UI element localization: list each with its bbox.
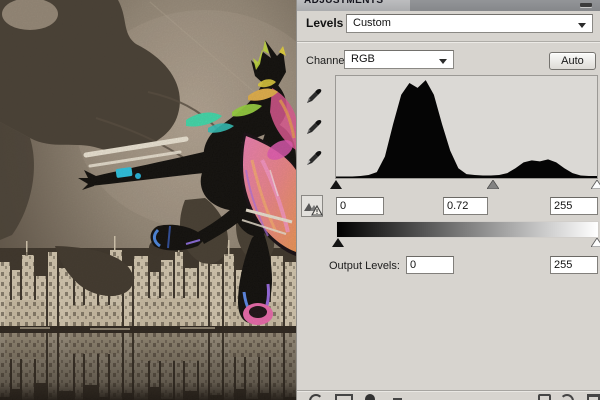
grain-texture xyxy=(0,0,296,400)
toggle-visibility-icon[interactable] xyxy=(365,394,375,400)
collapse-panel-icon[interactable] xyxy=(580,3,592,7)
white-input-slider[interactable] xyxy=(589,179,600,190)
divider xyxy=(297,41,600,42)
histogram-shape xyxy=(336,80,597,178)
photoshop-workspace: ADJUSTMENTS Levels Custom Channel: RGB A… xyxy=(0,0,600,400)
output-gradient-bar xyxy=(337,222,598,237)
panel-tab-bar: ADJUSTMENTS xyxy=(297,0,600,11)
clip-to-layer-icon[interactable] xyxy=(335,394,353,400)
output-levels-label: Output Levels: xyxy=(329,260,400,272)
gamma-input-slider[interactable] xyxy=(486,179,500,190)
tab-adjustments[interactable]: ADJUSTMENTS xyxy=(297,0,410,11)
gamma-input-field[interactable] xyxy=(443,197,488,215)
black-input-slider[interactable] xyxy=(330,180,343,189)
adjustments-panel: ADJUSTMENTS Levels Custom Channel: RGB A… xyxy=(296,0,600,400)
divider xyxy=(297,390,600,391)
black-point-eyedropper-icon[interactable] xyxy=(304,86,324,106)
auto-button[interactable]: Auto xyxy=(549,52,596,70)
channel-value: RGB xyxy=(351,53,375,65)
channel-select[interactable]: RGB xyxy=(344,50,454,69)
white-point-eyedropper-icon[interactable] xyxy=(304,148,324,168)
output-black-field[interactable] xyxy=(406,256,454,274)
output-levels-slider-track[interactable] xyxy=(332,237,600,248)
chevron-down-icon xyxy=(439,59,447,64)
delete-adjustment-icon[interactable] xyxy=(587,394,600,400)
output-white-slider[interactable] xyxy=(589,237,600,248)
black-input-field[interactable] xyxy=(336,197,384,215)
output-white-field[interactable] xyxy=(550,256,598,274)
artwork-image xyxy=(0,0,296,400)
recalculate-histogram-icon[interactable] xyxy=(301,195,323,217)
preset-value: Custom xyxy=(353,17,391,29)
switch-state-icon[interactable] xyxy=(538,394,551,400)
preset-select[interactable]: Custom xyxy=(346,14,593,33)
reset-adjustment-icon[interactable] xyxy=(560,394,574,400)
input-levels-slider-track[interactable] xyxy=(330,179,600,190)
return-to-adjustment-list-icon[interactable] xyxy=(309,394,323,400)
adjustment-title: Levels xyxy=(306,16,344,30)
tab-adjustments-label: ADJUSTMENTS xyxy=(304,0,384,6)
histogram-display[interactable] xyxy=(335,75,598,179)
panel-footer xyxy=(297,392,600,400)
chevron-down-icon xyxy=(578,23,586,28)
white-input-field[interactable] xyxy=(550,197,598,215)
gray-point-eyedropper-icon[interactable] xyxy=(304,117,324,137)
document-canvas[interactable] xyxy=(0,0,296,400)
output-black-slider[interactable] xyxy=(332,238,345,247)
